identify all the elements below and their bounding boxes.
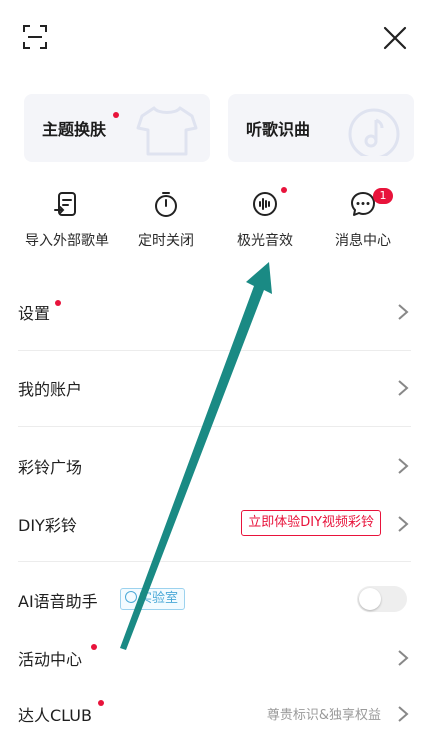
divider bbox=[18, 426, 411, 427]
account-row[interactable]: 我的账户 bbox=[0, 360, 429, 416]
chevron-right-icon bbox=[398, 458, 409, 474]
song-recognition-card[interactable]: 听歌识曲 bbox=[228, 94, 414, 162]
timer-button[interactable]: 定时关闭 bbox=[116, 190, 216, 258]
timer-icon bbox=[155, 192, 177, 217]
sound-effect-button[interactable]: 极光音效 bbox=[215, 187, 315, 258]
toggle-knob bbox=[359, 588, 381, 610]
settings-label: 设置 bbox=[18, 304, 51, 323]
settings-row[interactable]: 设置 bbox=[0, 284, 429, 340]
timer-label: 定时关闭 bbox=[138, 233, 194, 249]
close-icon[interactable] bbox=[381, 24, 409, 52]
theme-skin-label: 主题换肤 bbox=[42, 120, 107, 139]
sound-effect-icon bbox=[253, 192, 277, 216]
new-dot bbox=[98, 700, 104, 706]
import-playlist-button[interactable]: 导入外部歌单 bbox=[17, 190, 117, 258]
ringtone-plaza-label: 彩铃广场 bbox=[18, 458, 83, 477]
new-dot bbox=[281, 187, 287, 193]
lab-tag-text: 实验室 bbox=[139, 591, 179, 606]
tshirt-icon bbox=[136, 106, 198, 156]
ringtone-plaza-row[interactable]: 彩铃广场 bbox=[0, 438, 429, 494]
ai-assistant-row: AI语音助手 实验室 bbox=[0, 572, 429, 628]
club-row[interactable]: 达人CLUB 尊贵标识&独享权益 bbox=[0, 686, 429, 742]
new-dot bbox=[113, 112, 119, 118]
chevron-right-icon bbox=[398, 516, 409, 532]
diy-ringtone-label: DIY彩铃 bbox=[18, 516, 77, 535]
activity-center-label: 活动中心 bbox=[18, 650, 83, 669]
club-label: 达人CLUB bbox=[18, 706, 92, 725]
message-badge: 1 bbox=[373, 188, 393, 204]
scan-icon[interactable] bbox=[22, 24, 48, 50]
chevron-right-icon bbox=[398, 650, 409, 666]
theme-skin-card[interactable]: 主题换肤 bbox=[24, 94, 210, 162]
lab-icon bbox=[125, 591, 137, 603]
chevron-right-icon bbox=[398, 706, 409, 722]
message-center-button[interactable]: 1 消息中心 bbox=[313, 188, 413, 258]
import-playlist-label: 导入外部歌单 bbox=[25, 233, 109, 249]
lab-tag: 实验室 bbox=[120, 588, 186, 610]
try-diy-video-ringtone-button[interactable]: 立即体验DIY视频彩铃 bbox=[241, 510, 381, 536]
song-recognition-label: 听歌识曲 bbox=[246, 120, 311, 139]
message-center-label: 消息中心 bbox=[335, 233, 391, 249]
import-playlist-icon bbox=[54, 192, 76, 216]
divider bbox=[18, 561, 411, 562]
account-label: 我的账户 bbox=[18, 380, 83, 399]
new-dot bbox=[55, 300, 61, 306]
chevron-right-icon bbox=[398, 304, 409, 320]
chevron-right-icon bbox=[398, 380, 409, 396]
sound-effect-label: 极光音效 bbox=[237, 233, 293, 249]
music-note-icon bbox=[348, 108, 400, 156]
divider bbox=[18, 350, 411, 351]
new-dot bbox=[91, 644, 97, 650]
diy-ringtone-row[interactable]: DIY彩铃 立即体验DIY视频彩铃 bbox=[0, 496, 429, 552]
ai-assistant-toggle[interactable] bbox=[357, 586, 407, 612]
ai-assistant-label: AI语音助手 bbox=[18, 592, 98, 611]
activity-center-row[interactable]: 活动中心 bbox=[0, 630, 429, 686]
club-benefits-text: 尊贵标识&独享权益 bbox=[266, 708, 381, 723]
